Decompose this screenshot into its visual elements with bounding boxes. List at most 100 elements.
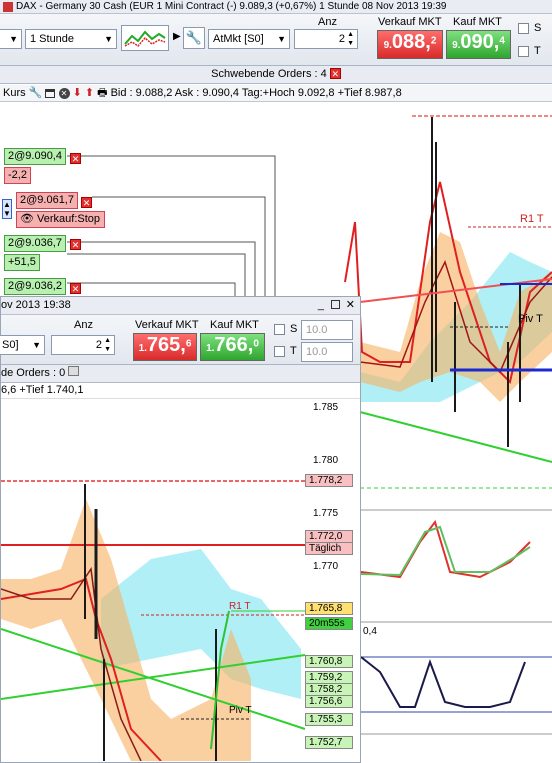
price-tag: 1.755,3 bbox=[305, 713, 353, 726]
window2-header: ov 2013 19:38 _ ✕ bbox=[1, 297, 360, 315]
window-title: DAX - Germany 30 Cash (EUR 1 Mini Contra… bbox=[16, 1, 447, 12]
window2-sell-label: Verkauf MKT bbox=[135, 319, 199, 331]
pivot-label: Piv T bbox=[518, 313, 543, 325]
info-bar: Kurs 🔧 ✕ ⬇ ⬆ 🖶 Bid : 9.088,2 Ask : 9.090… bbox=[0, 85, 552, 102]
app-icon bbox=[3, 2, 13, 12]
trend-line bbox=[359, 411, 552, 463]
window2-orders-bar: de Orders : 0 bbox=[1, 365, 360, 383]
window2-order-type-select[interactable]: S0] ▼ bbox=[0, 335, 45, 355]
pending-orders-label: Schwebende Orders : bbox=[211, 68, 318, 80]
order-line bbox=[67, 253, 246, 302]
order-tag[interactable]: 2@9.090,4 bbox=[4, 148, 66, 165]
stop-checkbox[interactable] bbox=[518, 23, 529, 34]
window2-target-input[interactable]: 10.0 bbox=[301, 342, 353, 362]
window-icon[interactable] bbox=[45, 88, 56, 98]
chevron-down-icon: ▼ bbox=[32, 340, 41, 350]
maximize-icon[interactable] bbox=[331, 300, 340, 309]
stepper-arrows-icon: ▲ ▼ bbox=[347, 31, 354, 47]
wrench-button[interactable]: 🔧 bbox=[183, 27, 205, 49]
axis-label: 1.785 bbox=[313, 402, 339, 413]
axis-label: 1.775 bbox=[313, 508, 339, 519]
close-icon[interactable]: ✕ bbox=[329, 68, 341, 79]
wrench-icon: 🔧 bbox=[185, 30, 203, 45]
stepper-arrows-icon: ▲ ▼ bbox=[104, 337, 111, 353]
window2-info-bar: 6,6 +Tief 1.740,1 bbox=[1, 383, 360, 399]
pending-orders-count: 4 bbox=[320, 68, 327, 80]
chevron-down-icon: ▼ bbox=[104, 34, 113, 44]
sell-label: Verkauf MKT bbox=[378, 16, 442, 28]
timeframe-select[interactable]: 1 Stunde ▼ bbox=[25, 29, 117, 49]
minimize-icon[interactable]: _ bbox=[318, 297, 324, 314]
order-line bbox=[67, 155, 276, 302]
order-pnl-tag: +51,5 bbox=[4, 254, 40, 271]
window2-stop-input[interactable]: 10.0 bbox=[301, 320, 353, 340]
close-icon[interactable]: ✕ bbox=[70, 283, 81, 294]
instrument-select[interactable]: ▼ bbox=[0, 29, 22, 49]
secondary-chart-window: ov 2013 19:38 _ ✕ S0] ▼ Anz 2 ▲ ▼ Verkauf M… bbox=[0, 296, 361, 763]
sell-button[interactable]: 9.088,2 bbox=[377, 30, 443, 59]
buy-label: Kauf MKT bbox=[453, 16, 502, 28]
order-pnl-tag: -2,2 bbox=[4, 167, 31, 184]
window2-chart[interactable]: 1.785 1.780 1.775 1.770 1.778,2 1.772,0 … bbox=[1, 399, 360, 761]
timeframe-value: 1 Stunde bbox=[30, 33, 75, 45]
order-tag[interactable]: 2@9.036,2 bbox=[4, 278, 66, 295]
order-type-select[interactable]: AtMkt [S0] ▼ bbox=[208, 29, 290, 49]
stop-order-tag[interactable]: 👁 Verkauf:Stop bbox=[16, 211, 105, 228]
target-label: T bbox=[534, 45, 541, 57]
window2-target-checkbox[interactable] bbox=[274, 346, 285, 357]
wrench-icon[interactable]: 🔧 bbox=[29, 87, 43, 99]
window2-quantity-stepper[interactable]: 2 ▲ ▼ bbox=[51, 335, 115, 355]
close-icon[interactable]: ✕ bbox=[70, 239, 81, 250]
window2-buy-label: Kauf MKT bbox=[210, 319, 259, 331]
chevron-down-icon: ▼ bbox=[277, 34, 286, 44]
order-tag[interactable]: 2@9.061,7 bbox=[16, 192, 78, 209]
close-circle-icon[interactable]: ✕ bbox=[58, 87, 70, 99]
close-icon[interactable]: ✕ bbox=[70, 153, 81, 164]
window2-toolbar: S0] ▼ Anz 2 ▲ ▼ Verkauf MKT 1.765,6 Kauf MK… bbox=[0, 315, 360, 365]
window2-stop-checkbox[interactable] bbox=[274, 324, 285, 335]
window2-target-label: T bbox=[290, 345, 297, 357]
chart-type-icon bbox=[124, 30, 166, 47]
title-bar: DAX - Germany 30 Cash (EUR 1 Mini Contra… bbox=[0, 0, 552, 14]
order-line bbox=[67, 241, 256, 302]
order-line bbox=[92, 196, 266, 302]
kurs-label: Kurs bbox=[3, 87, 26, 99]
eye-icon: 👁 bbox=[20, 213, 34, 225]
axis-label: 1.780 bbox=[313, 455, 339, 466]
price-tag: 20m55s bbox=[305, 617, 353, 630]
up-arrow-icon[interactable]: ⬆ bbox=[85, 87, 94, 99]
window2-buy-button[interactable]: 1.766,0 bbox=[200, 333, 265, 361]
quantity-stepper[interactable]: 2 ▲ ▼ bbox=[294, 29, 358, 49]
chevron-down-icon: ▼ bbox=[9, 34, 18, 44]
drag-handle-icon[interactable]: ▲ ▼ bbox=[2, 199, 12, 219]
macd-line bbox=[360, 519, 531, 579]
r1-label: R1 T bbox=[229, 601, 251, 612]
close-icon[interactable]: ✕ bbox=[81, 197, 92, 208]
stoch-line bbox=[360, 656, 526, 708]
price-tag: 1.778,2 bbox=[305, 474, 353, 487]
window2-sell-button[interactable]: 1.765,6 bbox=[133, 333, 197, 361]
print-icon[interactable] bbox=[68, 366, 80, 376]
print-icon[interactable]: 🖶 bbox=[97, 87, 107, 99]
window2-stop-label: S bbox=[290, 323, 298, 335]
down-arrow-icon[interactable]: ⬇ bbox=[73, 87, 82, 99]
target-checkbox[interactable] bbox=[518, 46, 529, 57]
oscillator-value: 0,4 bbox=[363, 626, 377, 637]
anz-label: Anz bbox=[318, 16, 337, 28]
pending-orders-bar: Schwebende Orders : 4 ✕ bbox=[0, 66, 552, 84]
window2-anz-label: Anz bbox=[74, 319, 93, 331]
order-tag[interactable]: 2@9.036,7 bbox=[4, 235, 66, 252]
macd-signal bbox=[360, 525, 531, 577]
axis-label: 1.770 bbox=[313, 561, 339, 572]
info-text: Bid : 9.088,2 Ask : 9.090,4 Tag:+Hoch 9.… bbox=[110, 87, 402, 99]
price-tag: 1.752,7 bbox=[305, 736, 353, 749]
buy-button[interactable]: 9.090,4 bbox=[446, 30, 511, 59]
main-toolbar: ▼ 1 Stunde ▼ ▶ 🔧 AtMkt [S0] ▼ Anz 2 ▲ ▼ Verk… bbox=[0, 14, 552, 66]
chart-type-button[interactable] bbox=[121, 25, 169, 51]
pivot-label: Piv T bbox=[229, 705, 252, 716]
expand-arrow-icon[interactable]: ▶ bbox=[173, 31, 181, 42]
close-icon[interactable]: ✕ bbox=[346, 297, 355, 314]
price-tag: 1.756,6 bbox=[305, 695, 353, 708]
price-tag: Täglich bbox=[305, 542, 353, 555]
r1-label: R1 T bbox=[520, 213, 544, 225]
